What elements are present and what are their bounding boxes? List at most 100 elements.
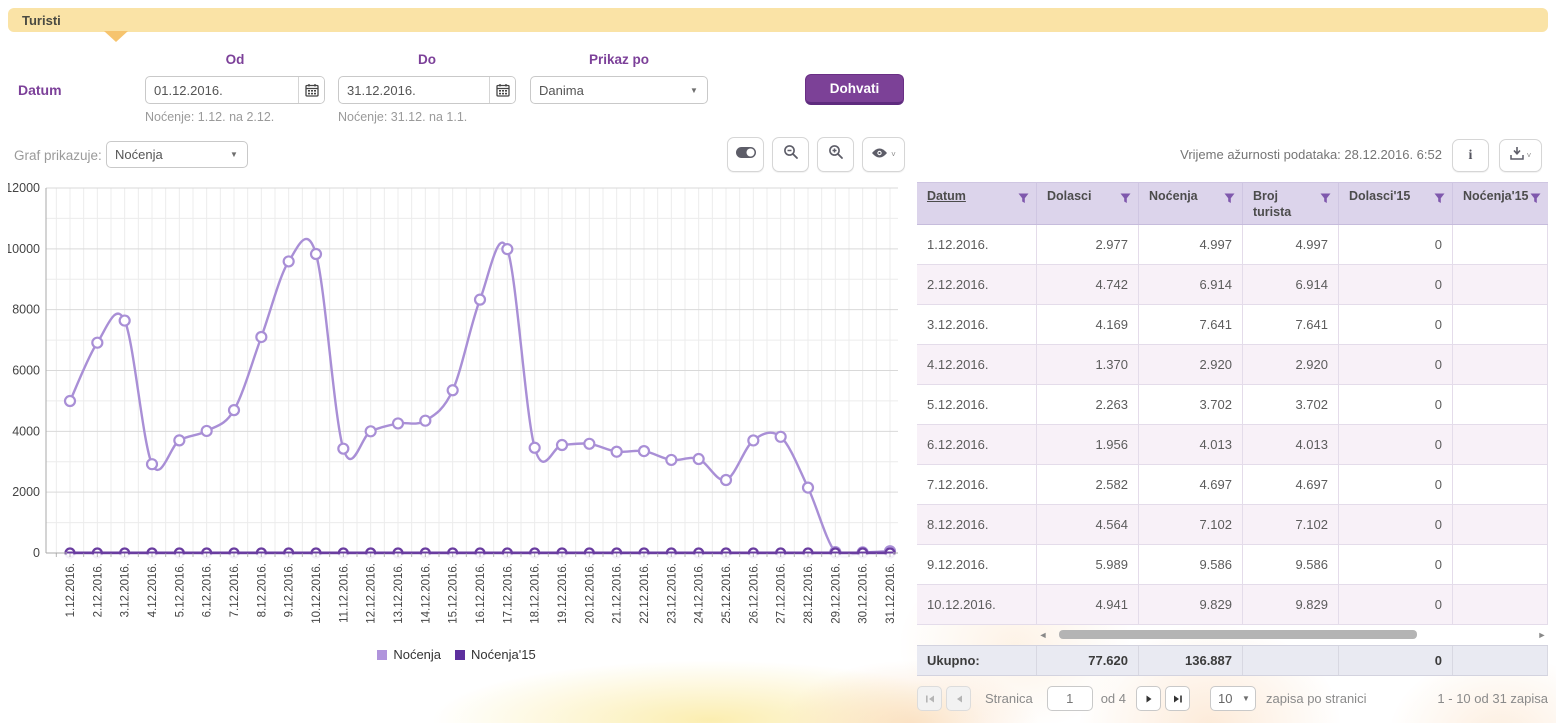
info-button[interactable]: i (1452, 139, 1489, 172)
scrollbar-thumb[interactable] (1059, 630, 1417, 639)
data-point-marker[interactable] (666, 455, 676, 465)
data-point-marker[interactable] (776, 432, 786, 442)
data-point-marker[interactable] (748, 435, 758, 445)
prev-page-button[interactable] (946, 686, 971, 711)
data-point-marker[interactable] (420, 416, 430, 426)
svg-text:6.12.2016.: 6.12.2016. (202, 563, 214, 617)
svg-text:23.12.2016.: 23.12.2016. (666, 563, 678, 624)
data-point-marker[interactable] (256, 332, 266, 342)
svg-text:10000: 10000 (8, 242, 40, 256)
data-point-marker[interactable] (639, 446, 649, 456)
legend-item[interactable]: Noćenja (377, 647, 441, 662)
cell-value: 7.641 (1243, 305, 1339, 345)
next-page-button[interactable] (1136, 686, 1161, 711)
table-row[interactable]: 4.12.2016.1.3702.9202.9200 (917, 345, 1548, 385)
data-point-marker[interactable] (612, 447, 622, 457)
table-row[interactable]: 5.12.2016.2.2633.7023.7020 (917, 385, 1548, 425)
calendar-icon[interactable] (489, 77, 515, 103)
data-point-marker[interactable] (202, 426, 212, 436)
scroll-right-icon[interactable]: ► (1536, 630, 1548, 640)
column-header-datum[interactable]: Datum (917, 183, 1037, 224)
horizontal-scrollbar[interactable]: ◄ ► (917, 626, 1548, 643)
data-point-marker[interactable] (584, 439, 594, 449)
data-point-marker[interactable] (174, 435, 184, 445)
data-point-marker[interactable] (475, 295, 485, 305)
date-from-value[interactable]: 01.12.2016. (146, 77, 298, 103)
data-point-marker[interactable] (393, 418, 403, 428)
legend-item[interactable]: Noćenja'15 (455, 647, 536, 662)
date-to-value[interactable]: 31.12.2016. (339, 77, 489, 103)
cell-value: 4.013 (1139, 425, 1243, 465)
tab-turisti[interactable]: Turisti (8, 8, 1548, 32)
column-header-broj-turista[interactable]: Broj turista (1243, 183, 1339, 224)
data-point-marker[interactable] (721, 475, 731, 485)
table-row[interactable]: 3.12.2016.4.1697.6417.6410 (917, 305, 1548, 345)
data-point-marker[interactable] (311, 249, 321, 259)
date-from-field[interactable]: 01.12.2016. (145, 76, 325, 104)
scrollbar-track[interactable] (1049, 629, 1536, 640)
totals-value (1243, 646, 1339, 675)
table-row[interactable]: 6.12.2016.1.9564.0134.0130 (917, 425, 1548, 465)
dohvati-button[interactable]: Dohvati (805, 74, 904, 105)
prikaz-po-select[interactable]: Danima ▼ (530, 76, 708, 104)
table-row[interactable]: 1.12.2016.2.9774.9974.9970 (917, 225, 1548, 265)
svg-text:4000: 4000 (12, 424, 40, 438)
chart-zoom-out-button[interactable] (772, 137, 809, 172)
cell-value (1453, 585, 1548, 625)
per-page-label: zapisa po stranici (1266, 691, 1366, 706)
chevron-down-icon: ▼ (681, 77, 707, 103)
table-row[interactable]: 8.12.2016.4.5647.1027.1020 (917, 505, 1548, 545)
chart-toggle-button[interactable] (727, 137, 764, 172)
svg-text:31.12.2016.: 31.12.2016. (885, 563, 897, 624)
last-page-button[interactable] (1165, 686, 1190, 711)
cell-value: 9.829 (1139, 585, 1243, 625)
line-chart[interactable]: 0200040006000800010000120001.12.2016.2.1… (8, 180, 905, 646)
data-point-marker[interactable] (803, 483, 813, 493)
column-header-no-enja[interactable]: Noćenja (1139, 183, 1243, 224)
table-row[interactable]: 7.12.2016.2.5824.6974.6970 (917, 465, 1548, 505)
column-header-dolasci-15[interactable]: Dolasci'15 (1339, 183, 1453, 224)
table-row[interactable]: 10.12.2016.4.9419.8299.8290 (917, 585, 1548, 625)
table-row[interactable]: 2.12.2016.4.7426.9146.9140 (917, 265, 1548, 305)
data-point-marker[interactable] (366, 426, 376, 436)
export-button[interactable]: ˅ (1499, 139, 1542, 172)
cell-date: 5.12.2016. (917, 385, 1037, 425)
data-point-marker[interactable] (557, 440, 567, 450)
data-point-marker[interactable] (120, 316, 130, 326)
page-number-input[interactable] (1047, 686, 1093, 711)
svg-text:8.12.2016.: 8.12.2016. (256, 563, 268, 617)
data-point-marker[interactable] (338, 444, 348, 454)
page-size-select[interactable]: 10 ▼ (1210, 686, 1256, 711)
svg-text:19.12.2016.: 19.12.2016. (557, 563, 569, 624)
data-point-marker[interactable] (530, 443, 540, 453)
cell-value: 5.989 (1037, 545, 1139, 585)
legend-label: Noćenja (393, 647, 441, 662)
chart-visibility-button[interactable]: ˅ (862, 137, 905, 172)
cell-value: 0 (1339, 465, 1453, 505)
scroll-left-icon[interactable]: ◄ (1037, 630, 1049, 640)
calendar-icon[interactable] (298, 77, 324, 103)
svg-text:10.12.2016.: 10.12.2016. (311, 563, 323, 624)
column-header-no-enja-15[interactable]: Noćenja'15 (1453, 183, 1548, 224)
data-point-marker[interactable] (92, 338, 102, 348)
prikaz-po-value: Danima (531, 77, 681, 103)
first-page-button[interactable] (917, 686, 942, 711)
cell-value: 6.914 (1139, 265, 1243, 305)
svg-text:29.12.2016.: 29.12.2016. (830, 563, 842, 624)
data-point-marker[interactable] (502, 244, 512, 254)
chart-zoom-in-button[interactable] (817, 137, 854, 172)
cell-value: 3.702 (1243, 385, 1339, 425)
data-point-marker[interactable] (65, 396, 75, 406)
data-point-marker[interactable] (147, 459, 157, 469)
data-point-marker[interactable] (229, 405, 239, 415)
date-to-field[interactable]: 31.12.2016. (338, 76, 516, 104)
graf-series-select[interactable]: Noćenja ▼ (106, 141, 248, 168)
cell-date: 10.12.2016. (917, 585, 1037, 625)
data-point-marker[interactable] (694, 454, 704, 464)
column-header-dolasci[interactable]: Dolasci (1037, 183, 1139, 224)
table-row[interactable]: 9.12.2016.5.9899.5869.5860 (917, 545, 1548, 585)
svg-text:13.12.2016.: 13.12.2016. (393, 563, 405, 624)
data-point-marker[interactable] (284, 256, 294, 266)
data-point-marker[interactable] (448, 385, 458, 395)
cell-value: 2.263 (1037, 385, 1139, 425)
